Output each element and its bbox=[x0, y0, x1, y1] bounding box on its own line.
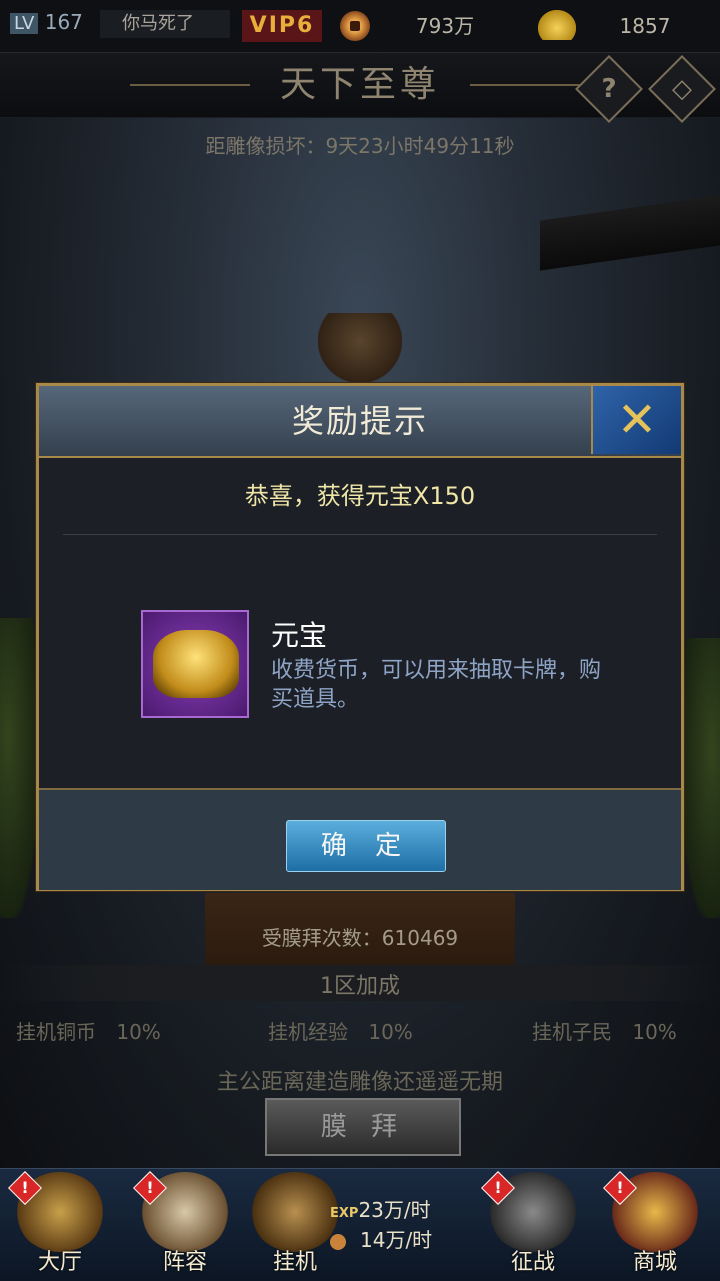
bonus-label: 挂机铜币 bbox=[16, 1020, 96, 1044]
title-decor-line-right bbox=[470, 84, 580, 86]
copper-coin-icon bbox=[330, 1233, 346, 1250]
nav-label: 阵容 bbox=[162, 1250, 207, 1275]
exp-rate-value: 23万/时 bbox=[358, 1198, 431, 1222]
player-name[interactable]: 你马死了 bbox=[100, 10, 230, 38]
worship-count: 受膜拜次数：610469 bbox=[261, 926, 459, 950]
coin-count: 793万 bbox=[415, 14, 475, 38]
copper-coin-icon bbox=[340, 11, 370, 41]
divider bbox=[63, 534, 657, 535]
gold-ingot-icon bbox=[538, 10, 576, 40]
dialog-footer: 确 定 bbox=[39, 788, 681, 890]
gold-count: 1857 bbox=[619, 14, 671, 38]
confirm-button[interactable]: 确 定 bbox=[286, 820, 446, 872]
bonus-label: 挂机子民 bbox=[532, 1020, 612, 1044]
bonus-title: 1区加成 bbox=[320, 974, 400, 999]
status-text: 主公距离建造雕像还遥遥无期 bbox=[216, 1070, 503, 1095]
hourglass-icon bbox=[250, 1172, 340, 1252]
dialog-title: 奖励提示 bbox=[291, 402, 428, 440]
idle-rates: EXP23万/时 14万/时 bbox=[330, 1194, 455, 1252]
gold-ingot-icon bbox=[153, 630, 239, 698]
bonus-exp: 挂机经验 10% bbox=[268, 1016, 448, 1044]
help-button[interactable]: ? bbox=[575, 55, 643, 123]
nav-label: 商城 bbox=[632, 1250, 677, 1275]
bonus-value: 10% bbox=[368, 1020, 413, 1044]
coin-rate: 14万/时 bbox=[330, 1224, 455, 1252]
reward-dialog: 奖励提示 ✕ 恭喜，获得元宝X150 元宝 收费货币，可以用来抽取卡牌，购买道具… bbox=[36, 383, 684, 891]
dialog-header: 奖励提示 ✕ bbox=[39, 386, 681, 458]
nav-label: 征战 bbox=[510, 1250, 555, 1275]
bonus-value: 10% bbox=[632, 1020, 677, 1044]
back-button[interactable]: ◇ bbox=[648, 55, 716, 123]
nav-shop[interactable]: ! 商城 bbox=[600, 1171, 710, 1277]
level-value: 167 bbox=[44, 10, 83, 34]
worship-button[interactable]: 膜 拜 bbox=[265, 1098, 461, 1156]
exp-tag: EXP bbox=[330, 1206, 359, 1221]
title-decor-line-left bbox=[130, 84, 250, 86]
reward-message: 恭喜，获得元宝X150 bbox=[244, 482, 476, 510]
back-icon: ◇ bbox=[672, 74, 692, 104]
statue-countdown: 距雕像损坏：9天23小时49分11秒 bbox=[205, 134, 515, 158]
nav-hall[interactable]: ! 大厅 bbox=[5, 1171, 115, 1277]
exp-rate: EXP23万/时 bbox=[330, 1194, 455, 1222]
bonus-label: 挂机经验 bbox=[268, 1020, 348, 1044]
title-bar: 天下至尊 ? ◇ bbox=[0, 53, 720, 123]
nav-label: 大厅 bbox=[37, 1250, 82, 1275]
coin-rate-value: 14万/时 bbox=[360, 1228, 433, 1252]
page-title: 天下至尊 bbox=[279, 64, 440, 105]
nav-campaign[interactable]: ! 征战 bbox=[478, 1171, 588, 1277]
close-button[interactable]: ✕ bbox=[591, 386, 681, 454]
bonus-copper: 挂机铜币 10% bbox=[16, 1016, 186, 1044]
vip-badge[interactable]: VIP6 bbox=[242, 10, 322, 42]
dialog-body: 恭喜，获得元宝X150 元宝 收费货币，可以用来抽取卡牌，购买道具。 bbox=[39, 458, 681, 788]
player-level: LV 167 bbox=[10, 10, 90, 40]
item-description: 收费货币，可以用来抽取卡牌，购买道具。 bbox=[271, 658, 602, 712]
help-icon: ? bbox=[601, 74, 617, 104]
close-icon: ✕ bbox=[616, 392, 658, 448]
nav-lineup[interactable]: ! 阵容 bbox=[130, 1171, 240, 1277]
bonus-citizens: 挂机子民 10% bbox=[532, 1016, 712, 1044]
item-icon-frame[interactable] bbox=[141, 610, 249, 718]
level-tag: LV bbox=[10, 13, 39, 34]
item-name: 元宝 bbox=[271, 619, 328, 652]
bonus-value: 10% bbox=[116, 1020, 161, 1044]
